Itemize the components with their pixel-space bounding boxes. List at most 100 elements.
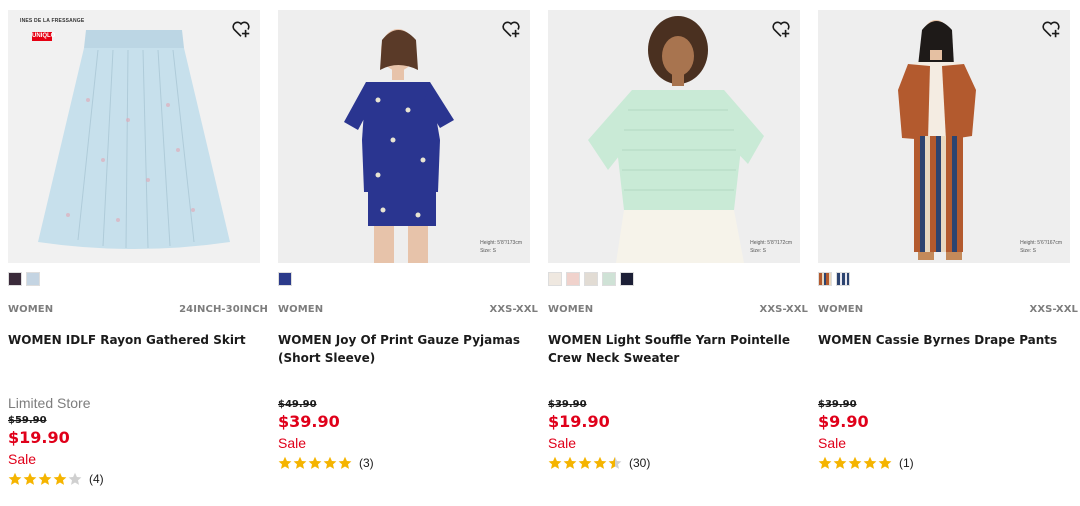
sale-price: $19.90 bbox=[548, 412, 610, 431]
model-info: Height: 5'8"/173cm Size: S bbox=[480, 240, 522, 254]
rating[interactable]: (30) bbox=[548, 454, 800, 472]
color-swatch[interactable] bbox=[818, 272, 832, 286]
star-icon bbox=[23, 472, 37, 485]
color-swatches bbox=[548, 272, 634, 286]
sale-label: Sale bbox=[278, 435, 307, 451]
sale-label: Sale bbox=[818, 435, 847, 451]
color-swatch[interactable] bbox=[584, 272, 598, 286]
star-icon bbox=[563, 456, 577, 469]
gender-label: WOMEN bbox=[818, 304, 864, 315]
color-swatch[interactable] bbox=[8, 272, 22, 286]
product-name[interactable]: WOMEN Light Souffle Yarn Pointelle Crew … bbox=[548, 331, 798, 367]
star-icon bbox=[593, 456, 607, 469]
sale-price: $19.90 bbox=[8, 428, 70, 447]
product-card[interactable]: Height: 5'8"/172cm Size: S WOMEN XXS-XXL… bbox=[548, 0, 810, 506]
color-swatches bbox=[818, 272, 850, 286]
product-name[interactable]: WOMEN Joy Of Print Gauze Pyjamas (Short … bbox=[278, 331, 528, 367]
favorite-heart-icon[interactable] bbox=[1040, 18, 1062, 40]
brand-badge: INES DE LA FRESSANGE bbox=[20, 18, 85, 24]
original-price: $59.90 bbox=[8, 415, 47, 426]
original-price: $49.90 bbox=[278, 399, 317, 410]
sale-label: Sale bbox=[8, 451, 37, 467]
model-info: Height: 5'6"/167cm Size: S bbox=[1020, 240, 1062, 254]
product-name[interactable]: WOMEN Cassie Byrnes Drape Pants bbox=[818, 331, 1068, 349]
sweater-model-image bbox=[548, 10, 800, 263]
star-icon bbox=[833, 456, 847, 469]
size-range: XXS-XXL bbox=[759, 304, 808, 315]
color-swatch[interactable] bbox=[278, 272, 292, 286]
color-swatch[interactable] bbox=[26, 272, 40, 286]
original-price: $39.90 bbox=[548, 399, 587, 410]
rating[interactable]: (1) bbox=[818, 454, 1070, 472]
product-card[interactable]: Height: 5'8"/173cm Size: S WOMEN XXS-XXL… bbox=[278, 0, 540, 506]
review-count: (3) bbox=[359, 456, 374, 470]
product-image[interactable]: Height: 5'8"/173cm Size: S bbox=[278, 10, 530, 263]
review-count: (30) bbox=[629, 456, 651, 470]
product-grid: INES DE LA FRESSANGE UNIQLO WOMEN 24INCH… bbox=[0, 0, 1080, 506]
star-icon bbox=[278, 456, 292, 469]
star-icon bbox=[308, 456, 322, 469]
star-icon bbox=[338, 456, 352, 469]
color-swatch[interactable] bbox=[836, 272, 850, 286]
star-icon bbox=[323, 456, 337, 469]
gender-label: WOMEN bbox=[548, 304, 594, 315]
color-swatch[interactable] bbox=[602, 272, 616, 286]
product-name[interactable]: WOMEN IDLF Rayon Gathered Skirt bbox=[8, 331, 258, 349]
model-info: Height: 5'8"/172cm Size: S bbox=[750, 240, 792, 254]
star-icon bbox=[578, 456, 592, 469]
star-icon bbox=[548, 456, 562, 469]
product-image[interactable]: Height: 5'6"/167cm Size: S bbox=[818, 10, 1070, 263]
rating[interactable]: (3) bbox=[278, 454, 530, 472]
product-meta: WOMEN XXS-XXL bbox=[548, 304, 808, 315]
star-icon bbox=[38, 472, 52, 485]
star-rating bbox=[818, 456, 892, 470]
size-range: XXS-XXL bbox=[489, 304, 538, 315]
star-icon bbox=[848, 456, 862, 469]
star-icon bbox=[293, 456, 307, 469]
star-rating bbox=[8, 472, 82, 486]
color-swatch[interactable] bbox=[620, 272, 634, 286]
color-swatches bbox=[278, 272, 292, 286]
gender-label: WOMEN bbox=[278, 304, 324, 315]
price-block: $39.90 $9.90 Sale (1) bbox=[818, 396, 1070, 472]
star-icon bbox=[878, 456, 892, 469]
favorite-heart-icon[interactable] bbox=[770, 18, 792, 40]
product-card[interactable]: INES DE LA FRESSANGE UNIQLO WOMEN 24INCH… bbox=[8, 0, 270, 506]
review-count: (1) bbox=[899, 456, 914, 470]
pyjamas-model-image bbox=[278, 10, 530, 263]
price-block: $49.90 $39.90 Sale (3) bbox=[278, 396, 530, 472]
favorite-heart-icon[interactable] bbox=[230, 18, 252, 40]
color-swatches bbox=[8, 272, 40, 286]
star-rating bbox=[548, 456, 622, 470]
star-icon bbox=[863, 456, 877, 469]
star-icon bbox=[8, 472, 22, 485]
skirt-image bbox=[8, 10, 260, 263]
store-note: Limited Store bbox=[8, 395, 91, 411]
product-image[interactable]: INES DE LA FRESSANGE UNIQLO bbox=[8, 10, 260, 263]
product-card[interactable]: Height: 5'6"/167cm Size: S WOMEN XXS-XXL… bbox=[818, 0, 1080, 506]
product-meta: WOMEN 24INCH-30INCH bbox=[8, 304, 268, 315]
price-block: Limited Store $59.90 $19.90 Sale (4) bbox=[8, 394, 260, 488]
uniqlo-logo: UNIQLO bbox=[32, 32, 56, 41]
original-price: $39.90 bbox=[818, 399, 857, 410]
star-icon bbox=[68, 472, 82, 485]
color-swatch[interactable] bbox=[566, 272, 580, 286]
review-count: (4) bbox=[89, 472, 104, 486]
star-icon bbox=[608, 456, 622, 469]
size-range: XXS-XXL bbox=[1029, 304, 1078, 315]
star-rating bbox=[278, 456, 352, 470]
sale-label: Sale bbox=[548, 435, 577, 451]
star-icon bbox=[53, 472, 67, 485]
star-icon bbox=[818, 456, 832, 469]
product-meta: WOMEN XXS-XXL bbox=[278, 304, 538, 315]
product-meta: WOMEN XXS-XXL bbox=[818, 304, 1078, 315]
favorite-heart-icon[interactable] bbox=[500, 18, 522, 40]
rating[interactable]: (4) bbox=[8, 470, 260, 488]
drape-pants-model-image bbox=[818, 10, 1070, 263]
sale-price: $39.90 bbox=[278, 412, 340, 431]
product-image[interactable]: Height: 5'8"/172cm Size: S bbox=[548, 10, 800, 263]
sale-price: $9.90 bbox=[818, 412, 869, 431]
color-swatch[interactable] bbox=[548, 272, 562, 286]
size-range: 24INCH-30INCH bbox=[179, 304, 268, 315]
price-block: $39.90 $19.90 Sale (30) bbox=[548, 396, 800, 472]
